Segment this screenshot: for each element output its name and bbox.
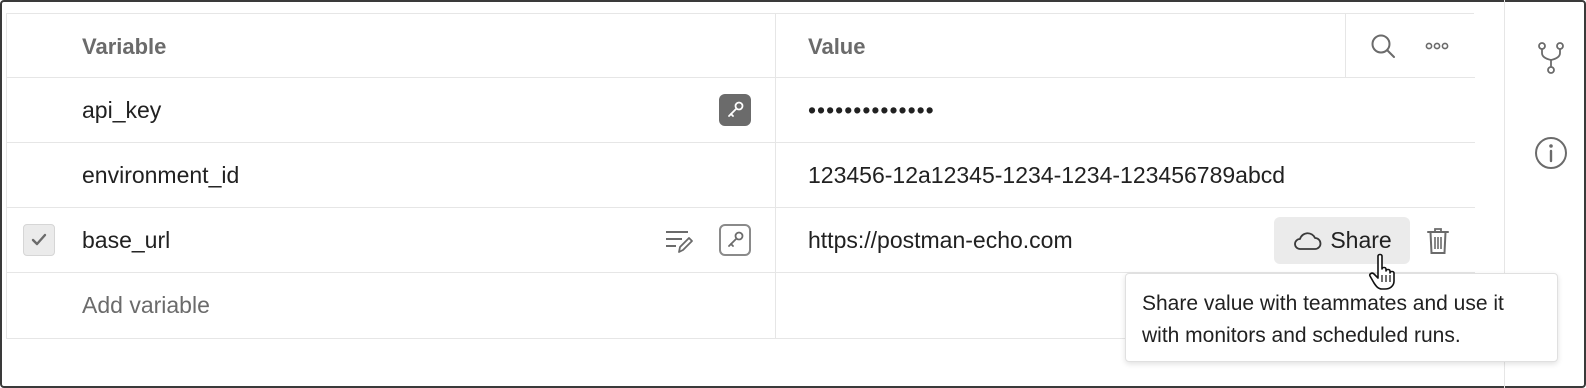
- cloud-icon: [1294, 231, 1322, 250]
- search-icon[interactable]: [1368, 31, 1398, 61]
- key-icon[interactable]: [719, 94, 751, 126]
- key-icon[interactable]: [719, 224, 751, 256]
- variable-value[interactable]: ••••••••••••••: [808, 96, 935, 124]
- fork-icon[interactable]: [1536, 40, 1566, 76]
- header-actions: [1345, 14, 1475, 78]
- edit-icon[interactable]: [663, 225, 695, 257]
- table-row[interactable]: base_url https://postman-echo.com Share: [7, 208, 1475, 273]
- variable-name[interactable]: base_url: [82, 226, 170, 254]
- check-icon: [31, 233, 47, 246]
- info-icon[interactable]: [1534, 136, 1568, 170]
- table-header: Variable Value: [7, 14, 1475, 78]
- variable-name[interactable]: environment_id: [82, 161, 239, 189]
- table-row[interactable]: api_key ••••••••••••••: [7, 78, 1475, 143]
- table-row[interactable]: environment_id 123456-12a12345-1234-1234…: [7, 143, 1475, 208]
- share-tooltip: Share value with teammates and use it wi…: [1125, 273, 1558, 362]
- variable-value[interactable]: https://postman-echo.com: [808, 226, 1073, 254]
- more-icon[interactable]: [1422, 31, 1452, 61]
- share-button-label: Share: [1330, 227, 1392, 253]
- hand-cursor-icon: [1368, 253, 1402, 296]
- variable-column-header: Variable: [82, 34, 167, 59]
- variable-name[interactable]: api_key: [82, 96, 161, 124]
- variable-value[interactable]: 123456-12a12345-1234-1234-123456789abcd: [808, 161, 1285, 189]
- value-column-header: Value: [808, 34, 866, 59]
- add-variable-input[interactable]: Add variable: [82, 291, 210, 319]
- trash-icon[interactable]: [1425, 225, 1451, 257]
- row-checkbox[interactable]: [23, 224, 55, 256]
